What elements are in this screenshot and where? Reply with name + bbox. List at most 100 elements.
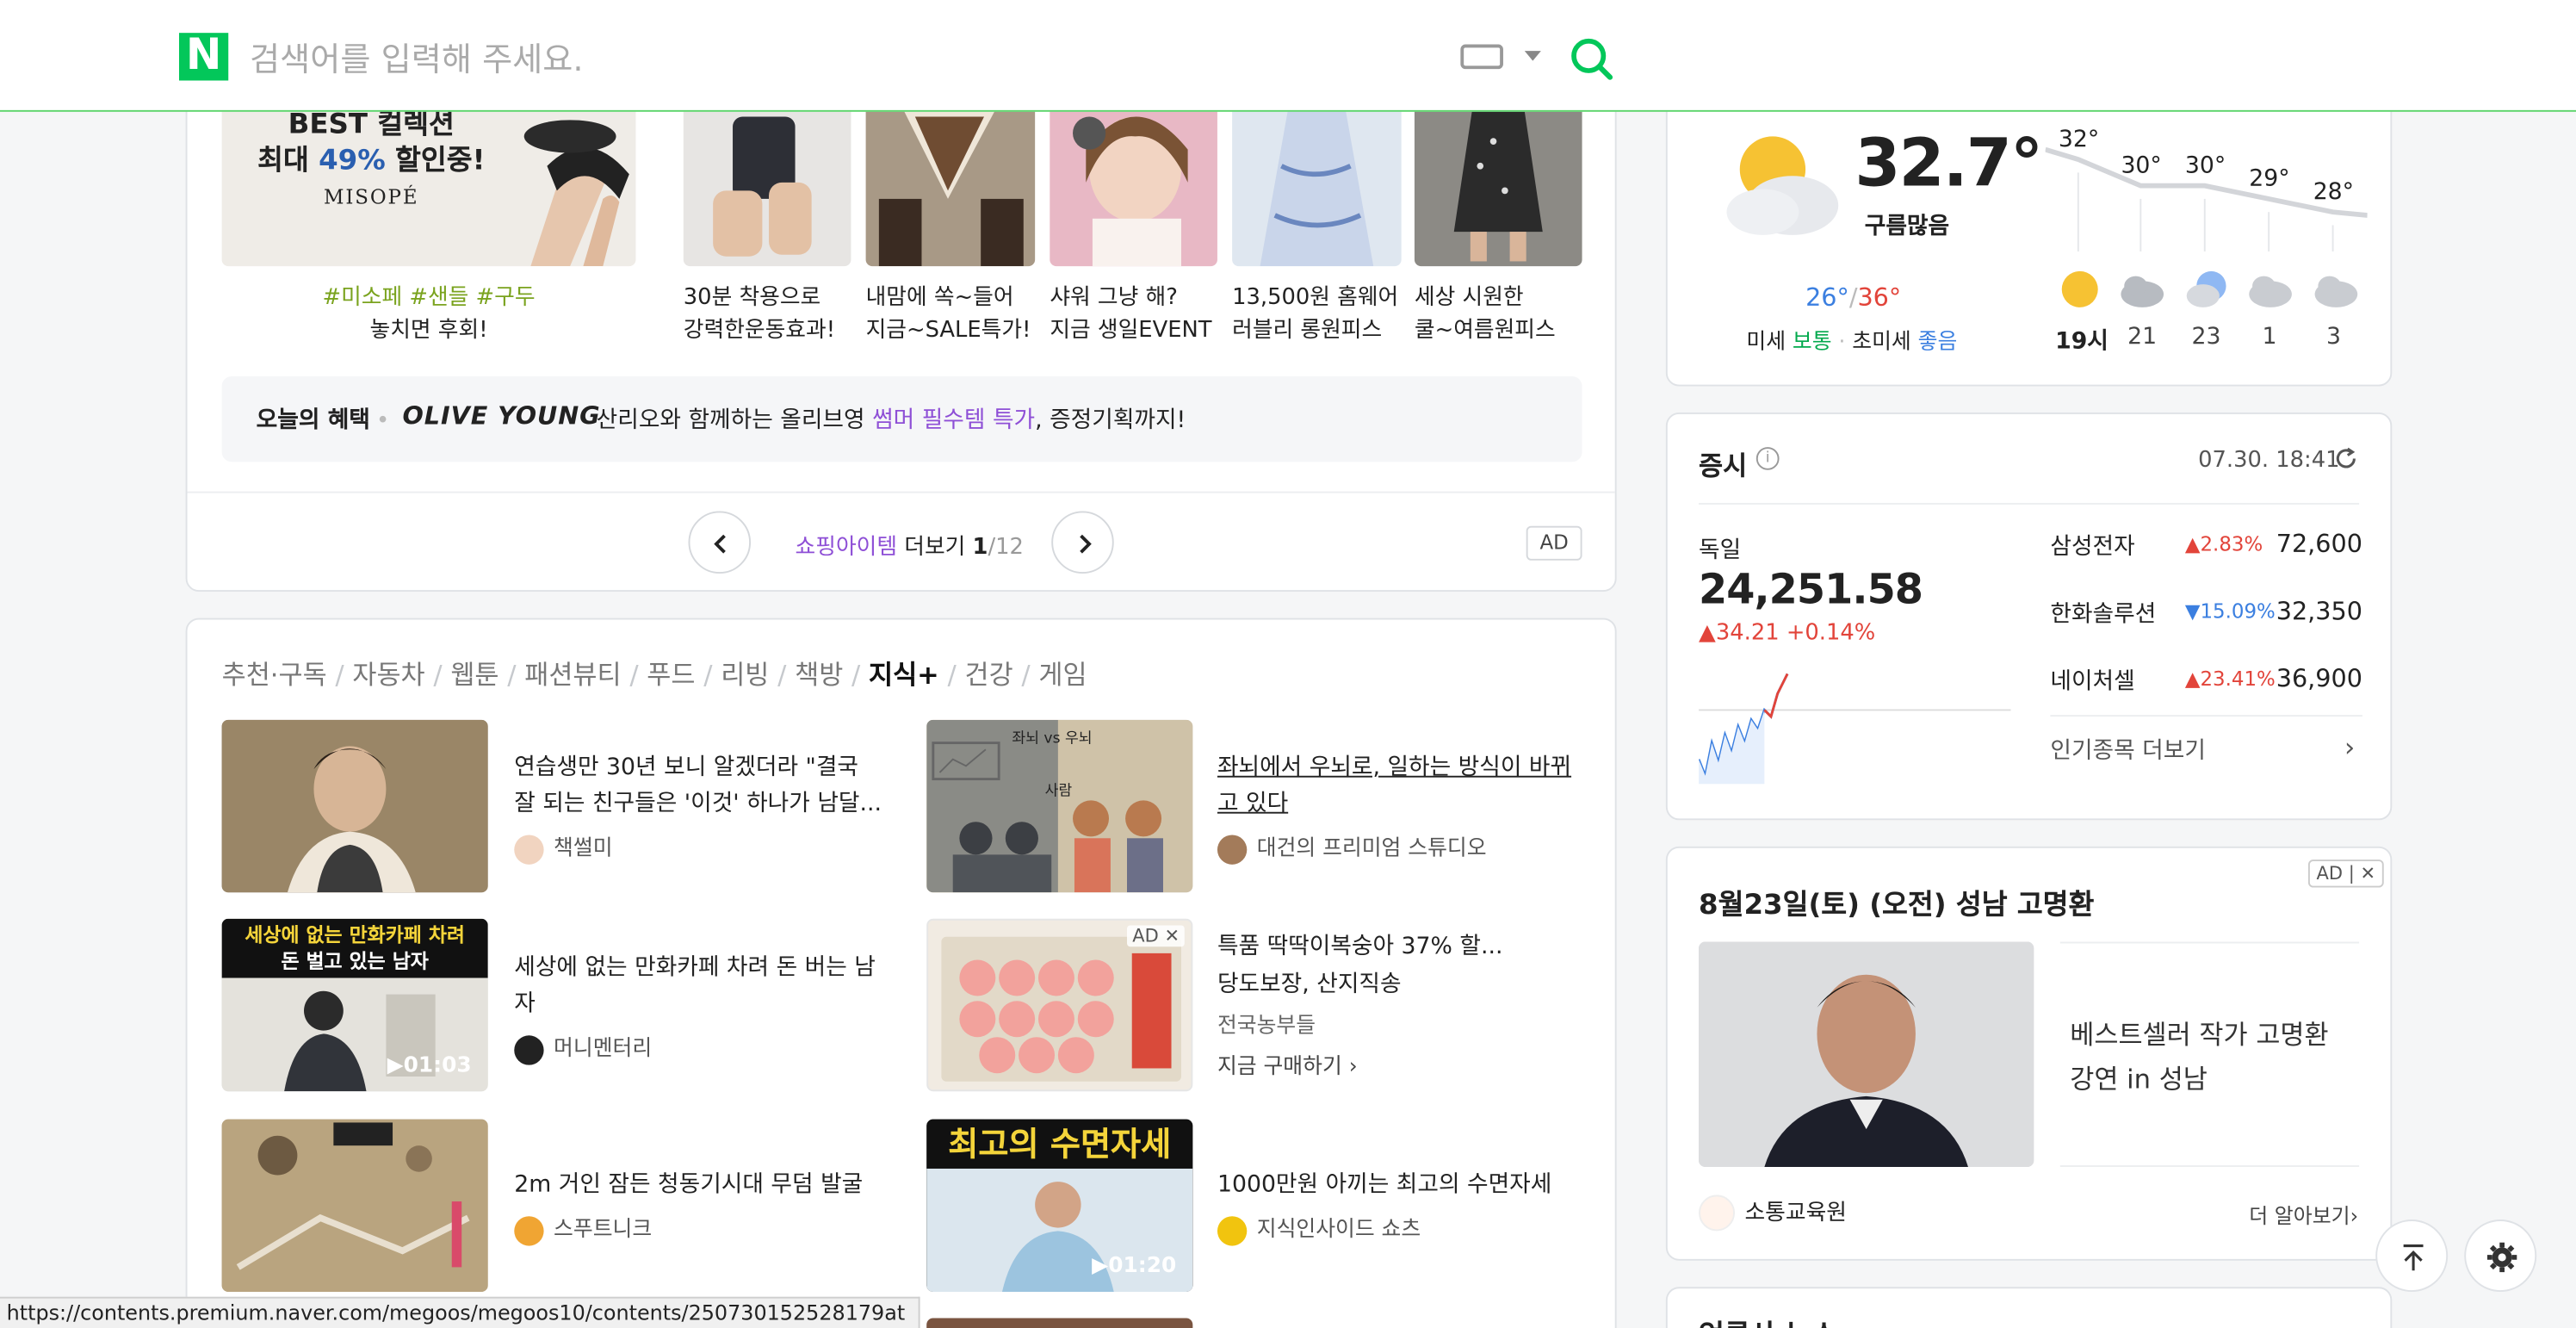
video-duration: ▶01:03: [387, 1053, 472, 1078]
benefit-label: 오늘의 혜택: [256, 407, 370, 434]
ad-badge[interactable]: AD: [1526, 525, 1582, 561]
night-cloudy-icon: [2186, 270, 2226, 307]
tab-knowledge[interactable]: 지식+: [869, 659, 939, 690]
refresh-icon[interactable]: [2333, 445, 2360, 472]
thumb-text: 세상에 없는 만화카페 차려: [245, 923, 465, 947]
chevron-right-icon: ›: [2350, 1202, 2359, 1228]
event-title[interactable]: 8월23일(토) (오전) 성남 고명환: [1699, 881, 2094, 922]
olive-young-logo: OLIVE YOUNG: [402, 400, 601, 431]
ad-badge[interactable]: AD ✕: [1127, 925, 1185, 947]
ad-badge[interactable]: AD | ✕: [2307, 859, 2384, 888]
index-name[interactable]: 독일: [1699, 532, 1741, 565]
product-caption-2[interactable]: 샤워 그냥 해? 지금 생일EVENT: [1050, 281, 1234, 346]
feed-title-2[interactable]: 세상에 없는 만화카페 차려 돈 버는 남자: [514, 950, 883, 1022]
feed-thumb-4[interactable]: [221, 1119, 488, 1293]
tab-car[interactable]: 자동차: [352, 659, 424, 690]
info-icon[interactable]: i: [1756, 447, 1780, 470]
tab-game[interactable]: 게임: [1038, 659, 1087, 690]
product-caption-3[interactable]: 13,500원 홈웨어 러블리 롱원피스: [1232, 281, 1416, 346]
chevron-right-icon: ›: [1348, 1055, 1358, 1080]
product-image-3[interactable]: [1232, 100, 1402, 267]
feed-title-1[interactable]: 좌뇌에서 우뇌로, 일하는 방식이 바뀌고 있다: [1217, 749, 1582, 822]
misope-banner[interactable]: BEST 컬렉션 최대 49% 할인중! MISOPÉ: [221, 100, 636, 267]
feed-tabs: 추천·구독 / 자동차 / 웹툰 / 패션뷰티 / 푸드 / 리빙 / 책방 /…: [221, 659, 1087, 691]
graph-temp-label: 30°: [2121, 152, 2161, 178]
feed-thumb-2[interactable]: 세상에 없는 만화카페 차려 돈 벌고 있는 남자 ▶01:03: [221, 918, 488, 1092]
pager-label[interactable]: 쇼핑아이템 더보기 1/12: [796, 528, 1024, 561]
chevron-left-icon: [714, 534, 726, 554]
product-caption-4[interactable]: 세상 시원한 쿨~여름원피스: [1415, 281, 1599, 346]
popular-stocks-link[interactable]: 인기종목 더보기: [2050, 733, 2206, 766]
feed-thumb-3[interactable]: AD ✕: [926, 918, 1193, 1092]
feed-title-0[interactable]: 연습생만 30년 보니 알겠더라 "결국 잘 되는 친구들은 '이것' 하나가 …: [514, 749, 883, 822]
index-sparkline: [1699, 673, 2011, 785]
tab-books[interactable]: 책방: [795, 659, 843, 690]
chevron-right-icon[interactable]: ›: [2344, 731, 2355, 762]
stock-title[interactable]: 증시: [1699, 444, 1747, 483]
sun-icon: [2061, 270, 2098, 307]
avatar: [1699, 1195, 1736, 1232]
product-image-4[interactable]: [1414, 100, 1582, 267]
air-quality: 미세 보통 · 초미세 좋음: [1746, 330, 1958, 356]
video-duration: ▶01:20: [1092, 1254, 1177, 1279]
partly-cloudy-icon: [1726, 136, 1839, 235]
feed-source-0[interactable]: 책썰미: [514, 830, 613, 864]
divider: [2059, 1165, 2360, 1167]
event-description[interactable]: 베스트셀러 작가 고명환 강연 in 성남: [2070, 1013, 2328, 1101]
feed-title-4[interactable]: 2m 거인 잠든 청동기시대 무덤 발굴: [514, 1167, 908, 1203]
tab-health[interactable]: 건강: [964, 659, 1012, 690]
tab-webtoon[interactable]: 웹툰: [450, 659, 498, 690]
graph-temp-label: 32°: [2059, 126, 2099, 152]
product-image-0[interactable]: [683, 100, 851, 267]
banner-title: BEST 컬렉션: [288, 108, 455, 142]
event-ad-panel[interactable]: AD | ✕ 8월23일(토) (오전) 성남 고명환 베스트셀러 작가 고명환…: [1665, 846, 2393, 1261]
tab-living[interactable]: 리빙: [721, 659, 769, 690]
feed-source-5[interactable]: 지식인사이드 쇼츠: [1217, 1212, 1421, 1245]
learn-more-link[interactable]: 더 알아보기›: [2249, 1198, 2358, 1229]
feed-source-1[interactable]: 대건의 프리미엄 스튜디오: [1217, 830, 1487, 864]
keyboard-icon[interactable]: [1460, 44, 1503, 70]
tab-fashion[interactable]: 패션뷰티: [524, 659, 621, 690]
buy-now-link[interactable]: 지금 구매하기 ›: [1217, 1049, 1582, 1087]
chevron-down-icon[interactable]: [1524, 51, 1541, 61]
thumb-text: 최고의 수면자세: [926, 1119, 1193, 1169]
tab-recommend[interactable]: 추천·구독: [222, 659, 327, 690]
feed-title-3[interactable]: 특품 딱딱이복숭아 37% 할...: [1217, 928, 1582, 966]
prev-button[interactable]: [688, 511, 752, 574]
product-caption-1[interactable]: 내맘에 쏙~들어 지금~SALE특가!: [866, 281, 1050, 346]
avatar: [1217, 1215, 1248, 1245]
cloudy-icon: [2121, 276, 2164, 307]
chevron-right-icon: [1080, 534, 1092, 554]
feed-thumb-next[interactable]: [926, 1318, 1193, 1328]
play-icon: ▶: [1092, 1254, 1109, 1279]
feed-thumb-1[interactable]: 좌뇌 vs 우뇌 사람: [926, 719, 1193, 893]
feed-thumb-5[interactable]: 최고의 수면자세 ▶01:20: [926, 1119, 1193, 1293]
shopping-panel: BEST 컬렉션 최대 49% 할인중! MISOPÉ #미소페 #샌들 #구두…: [185, 49, 1617, 593]
banner-hashtags[interactable]: #미소페 #샌들 #구두: [222, 281, 636, 313]
search-icon[interactable]: [1569, 36, 1614, 82]
search-input[interactable]: [250, 35, 1400, 83]
product-caption-0[interactable]: 30분 착용으로 강력한운동효과!: [684, 281, 868, 346]
event-photo[interactable]: [1699, 941, 2034, 1167]
feed-ad-text[interactable]: 특품 딱딱이복숭아 37% 할... 당도보장, 산지직송 전국농부들 지금 구…: [1217, 928, 1582, 1086]
scroll-top-button[interactable]: [2375, 1219, 2449, 1293]
settings-button[interactable]: [2464, 1219, 2537, 1293]
avatar: [514, 834, 544, 864]
product-image-2[interactable]: [1050, 100, 1217, 267]
close-icon: ✕: [2360, 862, 2376, 884]
feed-source-4[interactable]: 스푸트니크: [514, 1212, 652, 1245]
down-arrow-icon: ▼: [2184, 599, 2201, 624]
cloudy-icon: [2249, 276, 2292, 307]
feed-title-5[interactable]: 1000만원 아끼는 최고의 수면자세: [1217, 1167, 1582, 1203]
feed-source-2[interactable]: 머니멘터리: [514, 1031, 652, 1064]
news-title[interactable]: 언론사 뉴스: [1699, 1312, 1837, 1328]
product-image-1[interactable]: [865, 100, 1036, 267]
tab-food[interactable]: 푸드: [647, 659, 695, 690]
avatar: [514, 1034, 544, 1064]
feed-thumb-0[interactable]: [221, 719, 488, 893]
naver-logo[interactable]: N: [178, 32, 229, 81]
banner-subtitle[interactable]: 놓치면 후회!: [222, 314, 636, 347]
advertiser[interactable]: 소통교육원: [1699, 1194, 1847, 1232]
benefit-bar[interactable]: 오늘의 혜택 OLIVE YOUNG 산리오와 함께하는 올리브영 썸머 필수템…: [221, 376, 1582, 462]
next-button[interactable]: [1051, 511, 1114, 574]
